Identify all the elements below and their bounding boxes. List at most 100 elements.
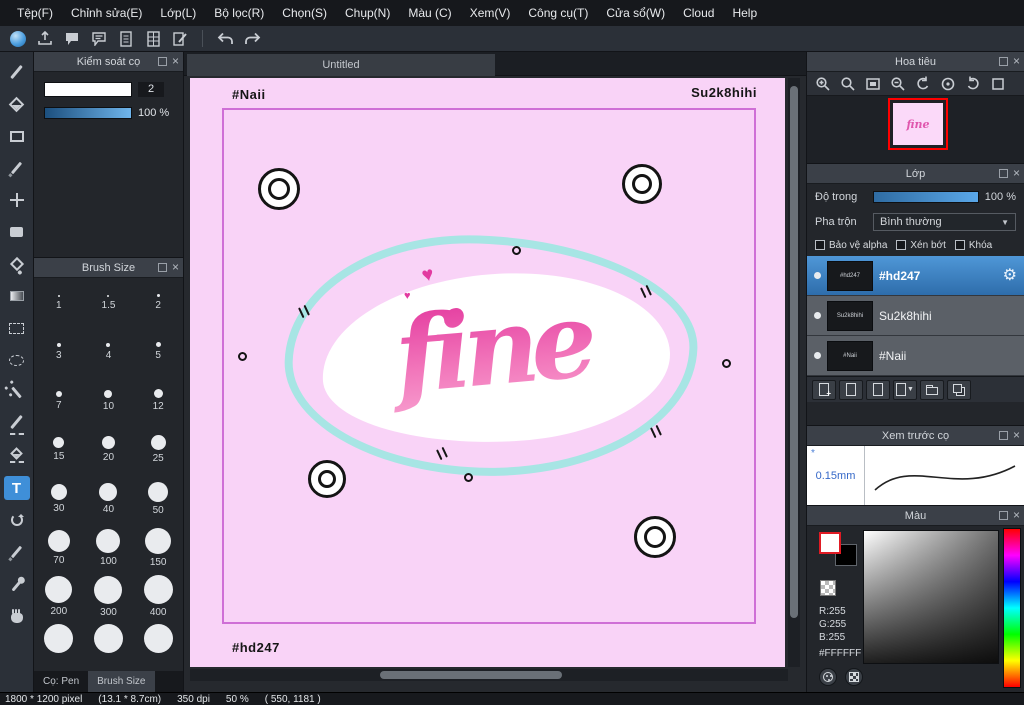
popout-icon[interactable] <box>998 169 1008 178</box>
opacity-slider[interactable] <box>873 191 979 203</box>
brush-width-bar[interactable] <box>44 82 132 97</box>
tool-text[interactable]: T <box>3 476 30 500</box>
document-grid-button[interactable] <box>141 28 165 49</box>
close-icon[interactable]: × <box>1013 167 1020 179</box>
tool-select-eraser[interactable] <box>4 444 30 468</box>
visibility-eye-icon[interactable] <box>814 312 821 319</box>
tool-bucket[interactable] <box>4 252 30 276</box>
horizontal-scrollbar[interactable] <box>190 669 788 681</box>
zoom-tool-button[interactable] <box>836 74 859 94</box>
brush-size-option[interactable]: 4 <box>84 327 134 376</box>
tool-hand[interactable] <box>4 604 30 628</box>
navigator-preview[interactable]: fine <box>807 96 1024 163</box>
tool-select-pen[interactable] <box>4 412 30 436</box>
tool-rotate-view[interactable] <box>4 508 30 532</box>
menu-window[interactable]: Cửa sổ(W) <box>597 0 674 26</box>
reset-view-button[interactable] <box>936 74 959 94</box>
tool-magic-wand[interactable] <box>4 380 30 404</box>
tool-eraser[interactable] <box>4 92 30 116</box>
navigator-view-frame[interactable] <box>888 98 948 150</box>
brush-size-option[interactable]: 300 <box>84 572 134 621</box>
brush-width-value[interactable]: 2 <box>138 82 164 97</box>
tool-move[interactable] <box>4 188 30 212</box>
brush-size-option[interactable]: 2 <box>133 278 183 327</box>
popout-icon[interactable] <box>157 263 167 272</box>
popout-icon[interactable] <box>157 57 167 66</box>
tool-select[interactable] <box>4 316 30 340</box>
merge-layers-button[interactable] <box>947 379 971 400</box>
foreground-color-swatch[interactable] <box>819 532 841 554</box>
brush-size-option[interactable]: 7 <box>34 376 84 425</box>
close-icon[interactable]: × <box>1013 429 1020 441</box>
comment-button[interactable] <box>60 28 84 49</box>
zoom-out-button[interactable] <box>886 74 909 94</box>
lock-checkbox[interactable]: Khóa <box>954 240 992 251</box>
layer-options-button[interactable]: ▼ <box>893 379 917 400</box>
brush-size-option[interactable] <box>34 621 84 670</box>
blend-mode-dropdown[interactable]: Bình thường ▼ <box>873 213 1016 231</box>
menu-edit[interactable]: Chỉnh sửa(E) <box>62 0 151 26</box>
brush-size-option[interactable]: 3 <box>34 327 84 376</box>
brush-size-option[interactable]: 5 <box>133 327 183 376</box>
document-edit-button[interactable] <box>168 28 192 49</box>
transparent-color-swatch[interactable] <box>820 580 836 596</box>
undo-button[interactable] <box>213 28 237 49</box>
new-folder-button[interactable] <box>920 379 944 400</box>
tool-shape[interactable] <box>4 124 30 148</box>
brush-size-option[interactable]: 150 <box>133 523 183 572</box>
tool-fill-rect[interactable] <box>4 220 30 244</box>
menu-layer[interactable]: Lớp(L) <box>151 0 205 26</box>
vertical-scrollbar[interactable] <box>788 78 800 667</box>
swatches-button[interactable] <box>845 668 863 686</box>
visibility-eye-icon[interactable] <box>814 352 821 359</box>
redo-button[interactable] <box>240 28 264 49</box>
brush-size-option[interactable]: 50 <box>133 474 183 523</box>
tool-lasso[interactable] <box>4 348 30 372</box>
palette-button[interactable] <box>819 668 837 686</box>
brush-size-option[interactable]: 30 <box>34 474 84 523</box>
brush-size-option[interactable]: 70 <box>34 523 84 572</box>
menu-snap[interactable]: Chụp(N) <box>336 0 399 26</box>
tab-brush-pen[interactable]: Cọ: Pen <box>34 671 88 692</box>
rotate-ccw-button[interactable] <box>911 74 934 94</box>
popout-icon[interactable] <box>998 511 1008 520</box>
zoom-in-button[interactable] <box>811 74 834 94</box>
document-tab[interactable]: Untitled <box>187 54 495 76</box>
delete-layer-button[interactable] <box>866 379 890 400</box>
tool-draw-pen[interactable] <box>4 540 30 564</box>
layer-row-su2k8hihi[interactable]: Su2k8hihi Su2k8hihi <box>807 296 1024 336</box>
brush-size-option[interactable]: 10 <box>84 376 134 425</box>
layer-row-naii[interactable]: #Naii #Naii <box>807 336 1024 376</box>
brush-size-option[interactable]: 1 <box>34 278 84 327</box>
protect-alpha-checkbox[interactable]: Bảo vệ alpha <box>815 240 887 251</box>
menu-tools[interactable]: Công cụ(T) <box>519 0 597 26</box>
brush-mode-button[interactable] <box>6 28 30 49</box>
rotate-cw-button[interactable] <box>961 74 984 94</box>
vertical-scrollbar-thumb[interactable] <box>790 86 798 618</box>
close-icon[interactable]: × <box>1013 509 1020 521</box>
canvas[interactable]: #Naii Su2k8hihi #hd247 fine ♥ ♥ <box>190 78 785 667</box>
brush-size-option[interactable]: 400 <box>133 572 183 621</box>
comments-list-button[interactable] <box>87 28 111 49</box>
duplicate-layer-button[interactable] <box>839 379 863 400</box>
menu-cloud[interactable]: Cloud <box>674 0 723 26</box>
brush-size-option[interactable] <box>133 621 183 670</box>
gear-icon[interactable]: ⚙ <box>1003 267 1017 284</box>
brush-size-option[interactable]: 12 <box>133 376 183 425</box>
hue-strip[interactable] <box>1003 528 1021 688</box>
menu-filter[interactable]: Bộ lọc(R) <box>205 0 273 26</box>
nav-settings-button[interactable] <box>986 74 1009 94</box>
brush-size-option[interactable]: 1.5 <box>84 278 134 327</box>
clipping-checkbox[interactable]: Xén bớt <box>896 240 946 251</box>
brush-size-option[interactable]: 25 <box>133 425 183 474</box>
brush-size-option[interactable]: 200 <box>34 572 84 621</box>
tool-brush[interactable] <box>4 60 30 84</box>
brush-opacity-slider[interactable] <box>44 107 132 119</box>
popout-icon[interactable] <box>998 431 1008 440</box>
horizontal-scrollbar-thumb[interactable] <box>380 671 562 679</box>
menu-color[interactable]: Màu (C) <box>399 0 460 26</box>
saturation-value-picker[interactable] <box>863 530 999 664</box>
tab-brush-size[interactable]: Brush Size <box>88 671 155 692</box>
export-button[interactable] <box>33 28 57 49</box>
brush-size-option[interactable]: 20 <box>84 425 134 474</box>
